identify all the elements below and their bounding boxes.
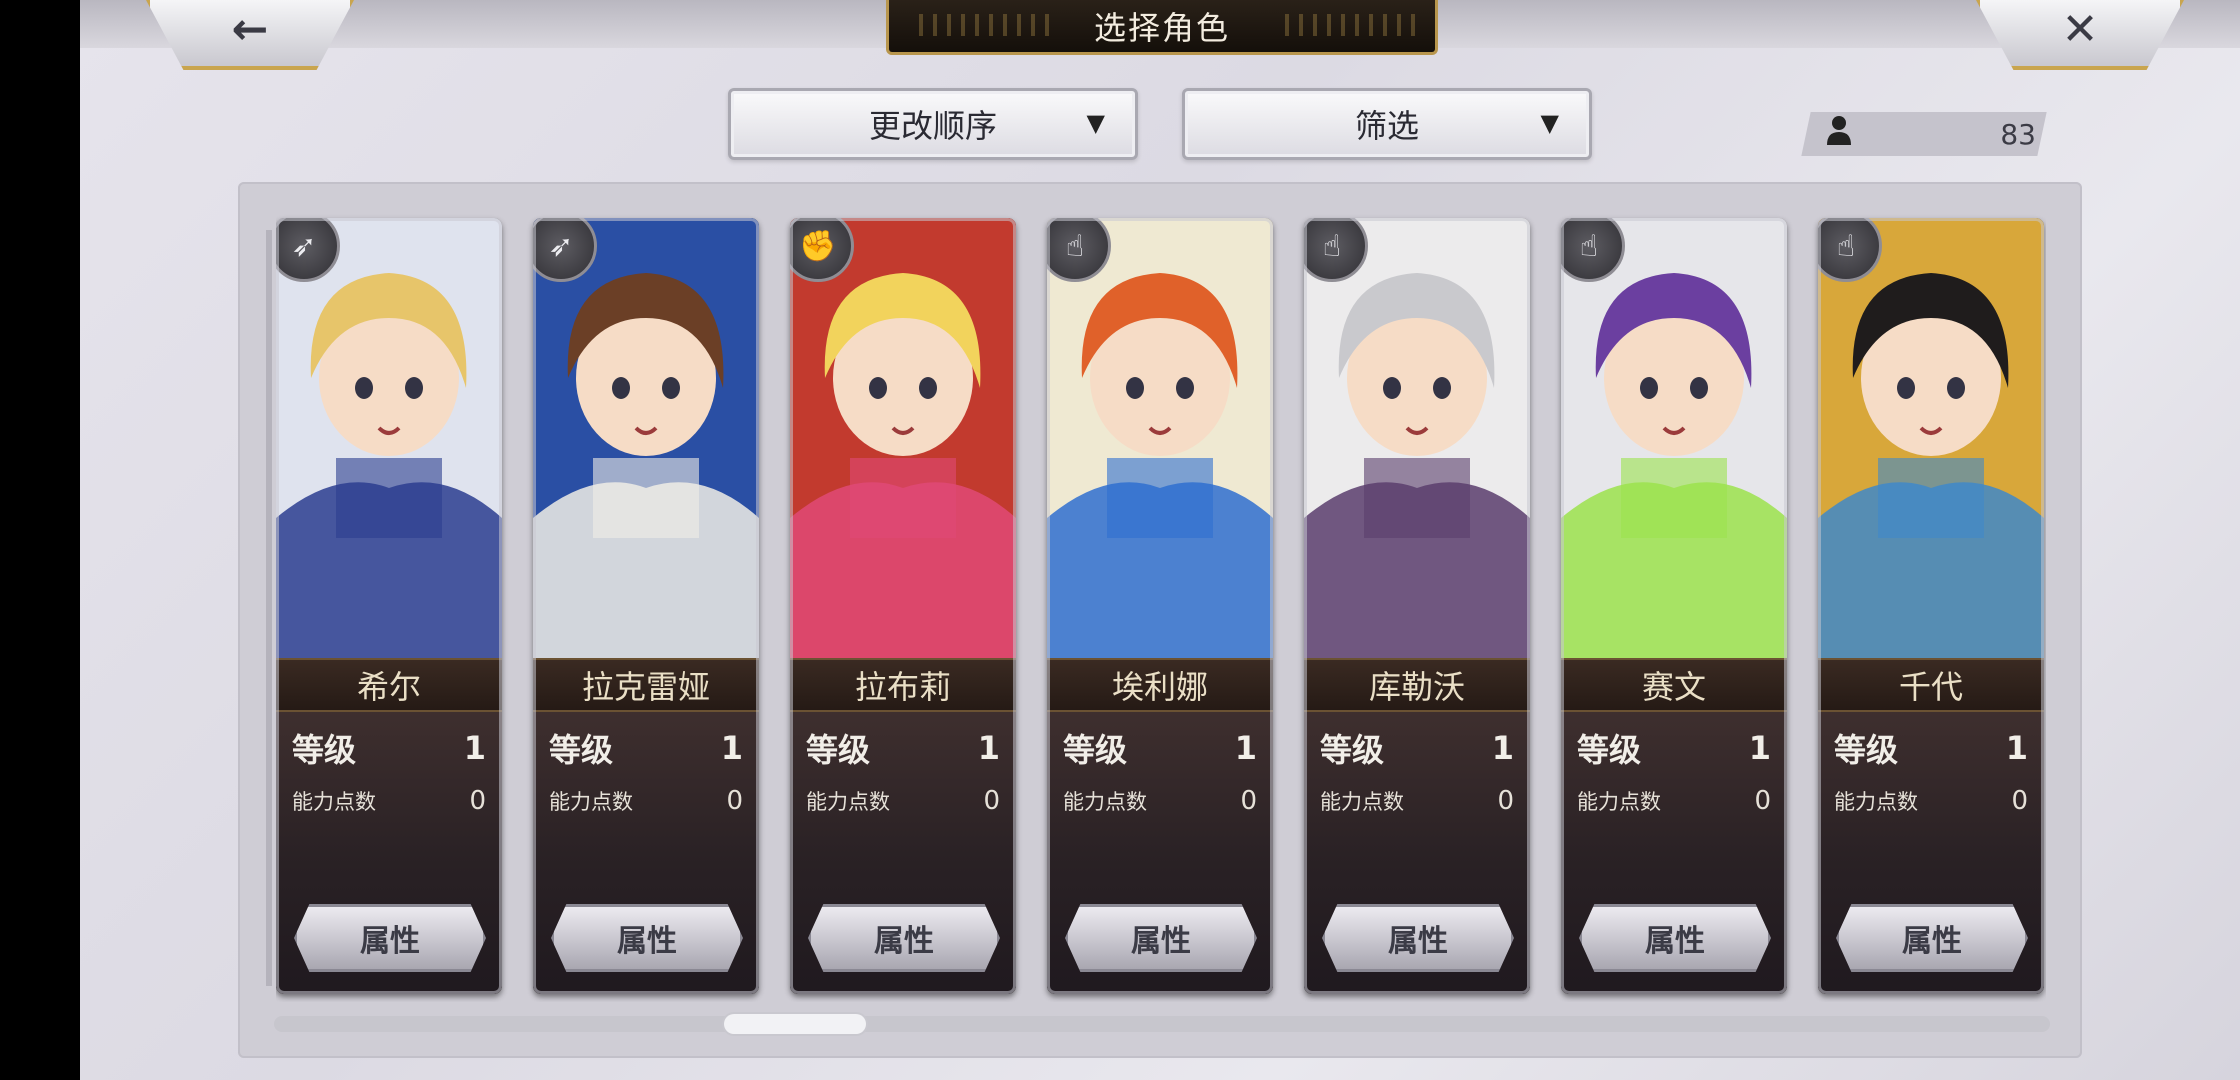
ability-points-label: 能力点数	[549, 790, 633, 814]
ability-points-row: 能力点数 0	[1063, 786, 1257, 816]
character-card[interactable]: 拉克雷娅 等级 1 能力点数 0 属性 ➶	[533, 218, 759, 994]
character-card[interactable]: 埃利娜 等级 1 能力点数 0 属性 ☝	[1047, 218, 1273, 994]
attributes-button[interactable]: 属性	[1065, 904, 1257, 972]
attributes-button[interactable]: 属性	[808, 904, 1000, 972]
level-row: 等级 1	[1063, 726, 1257, 770]
attributes-button[interactable]: 属性	[1322, 904, 1514, 972]
character-card[interactable]: 拉布莉 等级 1 能力点数 0 属性 ✊	[790, 218, 1016, 994]
sort-order-label: 更改顺序	[868, 107, 997, 145]
ability-points-row: 能力点数 0	[549, 786, 743, 816]
level-row: 等级 1	[1577, 726, 1771, 770]
character-name: 千代	[1818, 658, 2044, 712]
ability-points-value: 0	[2011, 786, 2028, 816]
level-label: 等级	[549, 731, 614, 769]
page-title: 选择角色	[886, 0, 1438, 55]
level-label: 等级	[806, 731, 871, 769]
ability-points-value: 0	[983, 786, 1000, 816]
attributes-button[interactable]: 属性	[1836, 904, 2028, 972]
panel-divider	[266, 230, 272, 986]
character-portrait	[1818, 218, 2044, 658]
character-card-list[interactable]: 希尔 等级 1 能力点数 0 属性 ➶ 拉克雷娅 等级 1 能力点数 0 属性 …	[276, 212, 2046, 1002]
ability-points-row: 能力点数 0	[292, 786, 486, 816]
character-name: 拉克雷娅	[533, 658, 759, 712]
level-value: 1	[977, 729, 1000, 767]
character-portrait	[1304, 218, 1530, 658]
ability-points-value: 0	[1240, 786, 1257, 816]
chevron-down-icon: ▼	[1086, 109, 1105, 137]
character-card[interactable]: 千代 等级 1 能力点数 0 属性 ☝	[1818, 218, 2044, 994]
level-label: 等级	[1063, 731, 1128, 769]
level-value: 1	[463, 729, 486, 767]
ability-points-value: 0	[726, 786, 743, 816]
character-name: 库勒沃	[1304, 658, 1530, 712]
horizontal-scrollbar[interactable]	[274, 1016, 2050, 1032]
scrollbar-thumb[interactable]	[724, 1014, 866, 1034]
character-card[interactable]: 库勒沃 等级 1 能力点数 0 属性 ☝	[1304, 218, 1530, 994]
person-icon	[1826, 115, 1852, 153]
ability-points-label: 能力点数	[1834, 790, 1918, 814]
character-count: 83	[1826, 112, 2036, 156]
level-row: 等级 1	[549, 726, 743, 770]
level-value: 1	[2005, 729, 2028, 767]
filter-dropdown[interactable]: 筛选 ▼	[1182, 88, 1592, 160]
close-button[interactable]: ✕	[1976, 0, 2184, 70]
character-portrait	[790, 218, 1016, 658]
character-portrait	[533, 218, 759, 658]
level-value: 1	[720, 729, 743, 767]
character-name: 赛文	[1561, 658, 1787, 712]
level-label: 等级	[1577, 731, 1642, 769]
attributes-button[interactable]: 属性	[294, 904, 486, 972]
ability-points-label: 能力点数	[1577, 790, 1661, 814]
character-name: 拉布莉	[790, 658, 1016, 712]
character-name: 希尔	[276, 658, 502, 712]
character-card[interactable]: 赛文 等级 1 能力点数 0 属性 ☝	[1561, 218, 1787, 994]
ability-points-value: 0	[1754, 786, 1771, 816]
level-row: 等级 1	[292, 726, 486, 770]
ability-points-value: 0	[469, 786, 486, 816]
ability-points-row: 能力点数 0	[1577, 786, 1771, 816]
sort-order-dropdown[interactable]: 更改顺序 ▼	[728, 88, 1138, 160]
ability-points-row: 能力点数 0	[1320, 786, 1514, 816]
level-label: 等级	[1320, 731, 1385, 769]
character-name: 埃利娜	[1047, 658, 1273, 712]
ability-points-row: 能力点数 0	[1834, 786, 2028, 816]
ability-points-label: 能力点数	[292, 790, 376, 814]
close-icon: ✕	[2061, 3, 2099, 55]
character-count-value: 83	[2000, 117, 2036, 151]
attributes-button[interactable]: 属性	[551, 904, 743, 972]
level-label: 等级	[292, 731, 357, 769]
level-value: 1	[1748, 729, 1771, 767]
character-portrait	[1047, 218, 1273, 658]
ability-points-label: 能力点数	[1063, 790, 1147, 814]
ability-points-value: 0	[1497, 786, 1514, 816]
ability-points-label: 能力点数	[806, 790, 890, 814]
level-row: 等级 1	[806, 726, 1000, 770]
level-value: 1	[1234, 729, 1257, 767]
ability-points-label: 能力点数	[1320, 790, 1404, 814]
level-label: 等级	[1834, 731, 1899, 769]
level-value: 1	[1491, 729, 1514, 767]
level-row: 等级 1	[1834, 726, 2028, 770]
character-card[interactable]: 希尔 等级 1 能力点数 0 属性 ➶	[276, 218, 502, 994]
game-screen: ← 选择角色 ✕ 更改顺序 ▼ 筛选 ▼ 83 希尔 等级 1 能力点数 0 属…	[80, 0, 2240, 1080]
chevron-down-icon: ▼	[1540, 109, 1559, 137]
character-portrait	[276, 218, 502, 658]
attributes-button[interactable]: 属性	[1579, 904, 1771, 972]
back-button[interactable]: ←	[146, 0, 354, 70]
filter-label: 筛选	[1354, 107, 1419, 145]
back-arrow-icon: ←	[231, 3, 269, 55]
character-portrait	[1561, 218, 1787, 658]
level-row: 等级 1	[1320, 726, 1514, 770]
ability-points-row: 能力点数 0	[806, 786, 1000, 816]
